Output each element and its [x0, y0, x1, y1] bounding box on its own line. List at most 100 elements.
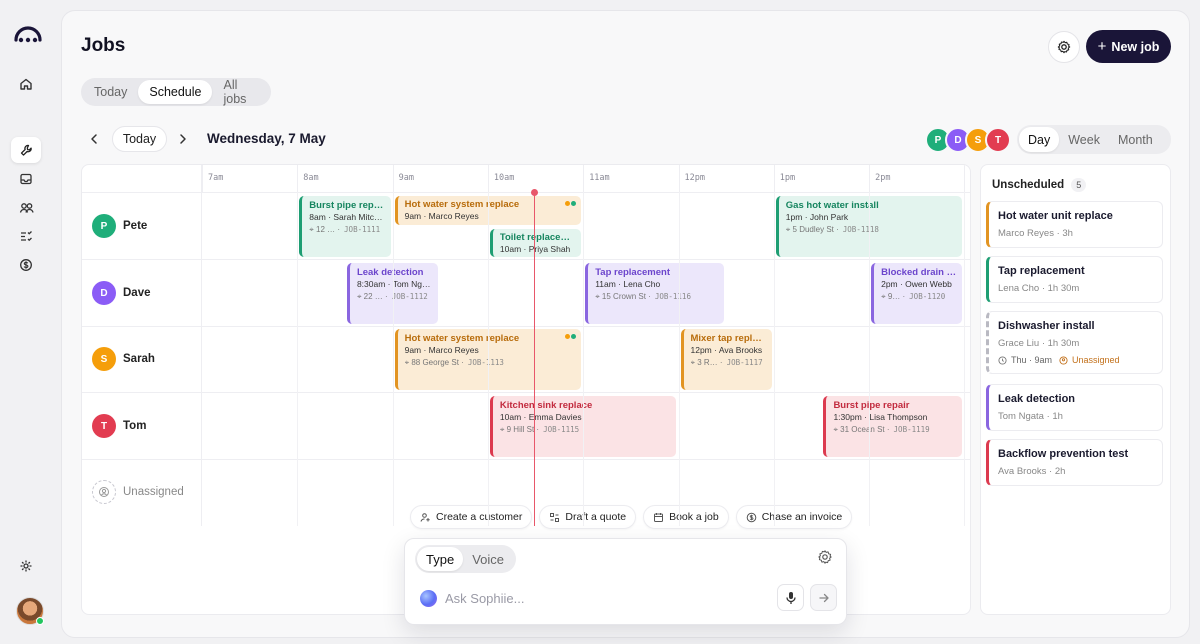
separator-dot: ·	[717, 358, 723, 367]
job-address: 3 R…	[697, 358, 718, 367]
tab-voice[interactable]: Voice	[463, 547, 513, 571]
card-schedule-info: Thu · 9am Unassigned	[998, 355, 1153, 365]
unscheduled-card[interactable]: Tap replacement Lena Cho · 1h 30m	[986, 256, 1163, 303]
tab-month[interactable]: Month	[1109, 127, 1162, 152]
microphone-button[interactable]	[777, 584, 804, 611]
job-location-row: ⌖ 5 Dudley St · JOB-1118	[786, 225, 957, 235]
jobs-wrench-icon[interactable]	[11, 137, 41, 163]
staff-name-label: Dave	[123, 287, 151, 299]
new-job-label: New job	[1111, 39, 1160, 54]
separator-dot: ·	[335, 225, 341, 234]
job-address: 88 George St	[411, 358, 459, 367]
location-pin-icon: ⌖	[881, 292, 888, 301]
job-time-customer: 9am · Marco Reyes	[404, 345, 479, 355]
settings-button[interactable]	[1048, 31, 1080, 63]
app-logo-icon[interactable]	[13, 24, 43, 46]
hour-gridline	[678, 192, 680, 526]
tab-schedule[interactable]: Schedule	[138, 80, 213, 104]
inbox-icon[interactable]	[11, 166, 41, 192]
unscheduled-card[interactable]: Backflow prevention test Ava Brooks · 2h	[986, 439, 1163, 486]
job-card[interactable]: Toilet replacem… 10am · Priya Shah	[489, 229, 582, 257]
tab-type[interactable]: Type	[417, 547, 464, 571]
job-time-customer: 12pm · Ava Brooks	[690, 345, 763, 355]
tab-week[interactable]: Week	[1059, 127, 1109, 152]
tasks-icon[interactable]	[11, 223, 41, 249]
job-location-row: ⌖ 9 Hill St · JOB-1115	[500, 425, 671, 435]
hour-gridline	[392, 192, 394, 526]
assistant-settings-icon[interactable]	[817, 549, 833, 565]
staff-avatar-tom[interactable]: T	[985, 127, 1011, 153]
job-card[interactable]: Tap replacement 11am · Lena Cho ⌖ 15 Crown…	[585, 263, 725, 324]
qa-label: Create a customer	[436, 511, 523, 523]
card-title: Tap replacement	[998, 265, 1085, 277]
job-time-customer: 8am · Sarah Mitchell	[309, 212, 385, 222]
assistant-orb-icon	[420, 590, 437, 607]
tab-day[interactable]: Day	[1019, 127, 1060, 152]
job-card[interactable]: Blocked drain cl… 2pm · Owen Webb ⌖ 9… · JO…	[871, 263, 963, 324]
hour-label-text: 12pm	[684, 173, 705, 183]
tab-all-jobs[interactable]: All jobs	[212, 78, 269, 106]
home-icon[interactable]	[11, 71, 41, 97]
chevron-left-icon[interactable]	[87, 132, 101, 146]
hour-gridline	[869, 192, 871, 526]
staff-dot	[571, 334, 577, 339]
new-job-button[interactable]: + New job	[1086, 30, 1171, 63]
today-button[interactable]: Today	[112, 126, 167, 152]
hour-label-text: 11am	[589, 173, 610, 183]
current-date: Wednesday, 7 May	[207, 131, 326, 146]
ai-settings-icon[interactable]	[11, 553, 41, 579]
staff-avatar: P	[92, 214, 116, 238]
unscheduled-card[interactable]: Leak detection Tom Ngata · 1h	[986, 384, 1163, 431]
card-subtitle: Grace Liu · 1h 30m	[998, 338, 1080, 349]
quick-actions: Create a customer Draft a quote Book a j…	[410, 505, 853, 529]
chevron-right-icon[interactable]	[176, 132, 190, 146]
job-address: 5 Dudley St	[792, 225, 834, 234]
staff-name: S Sarah	[92, 347, 155, 371]
card-subtitle: Lena Cho · 1h 30m	[998, 283, 1080, 294]
hour-label: 9am	[392, 165, 488, 192]
job-reference: JOB-1115	[543, 425, 580, 434]
staff-name-label: Unassigned	[123, 486, 184, 498]
view-tabs: Today Schedule All jobs	[81, 78, 271, 106]
job-reference: JOB-1116	[654, 292, 691, 301]
create-customer-button[interactable]: Create a customer	[410, 505, 533, 529]
row-dave[interactable]: D Dave	[82, 260, 970, 327]
job-title: Burst pipe repair	[309, 200, 385, 211]
unscheduled-card[interactable]: Dishwasher install Grace Liu · 1h 30m Th…	[986, 311, 1163, 374]
billing-dollar-icon[interactable]	[11, 252, 41, 278]
hour-label-text: 10am	[493, 173, 515, 183]
assigned-staff-dots	[565, 334, 577, 339]
gear-icon	[1057, 40, 1071, 54]
hour-label-text: 1pm	[779, 173, 796, 183]
job-reference: JOB-1120	[909, 292, 946, 301]
job-card[interactable]: Burst pipe repair 8am · Sarah Mitchell ⌖ 1…	[299, 196, 391, 257]
send-button[interactable]	[810, 584, 837, 611]
job-location-row: ⌖ 3 R… · JOB-1117	[691, 358, 766, 368]
tab-today[interactable]: Today	[83, 80, 138, 104]
hour-gridline	[583, 192, 585, 526]
customers-icon[interactable]	[11, 195, 41, 221]
job-title: Tap replacement	[595, 267, 670, 278]
microphone-icon	[785, 591, 796, 604]
draft-quote-button[interactable]: Draft a quote	[539, 505, 637, 529]
separator-dot: ·	[645, 292, 651, 301]
job-title: Hot water system replace	[404, 199, 520, 210]
job-card[interactable]: Burst pipe repair 1:30pm · Lisa Thompson ⌖…	[823, 396, 963, 457]
current-time-line	[534, 192, 535, 526]
job-title: Burst pipe repair	[833, 400, 910, 411]
job-title: Kitchen sink replace	[499, 400, 593, 411]
staff-name-label: Sarah	[123, 353, 155, 365]
unscheduled-card[interactable]: Hot water unit replace Marco Reyes · 3h	[986, 201, 1163, 248]
user-avatar[interactable]	[16, 597, 44, 625]
page-title: Jobs	[81, 35, 126, 56]
clock-icon	[998, 355, 1007, 365]
chase-invoice-button[interactable]: Chase an invoice	[735, 505, 853, 529]
staff-dot	[565, 201, 571, 206]
dollar-icon	[746, 512, 757, 522]
staff-name: T Tom	[92, 414, 146, 438]
assistant-input[interactable]	[445, 584, 765, 612]
book-job-button[interactable]: Book a job	[643, 505, 729, 529]
job-location-row: ⌖ 9… · JOB-1120	[881, 292, 956, 302]
hour-label: 3	[964, 165, 970, 192]
job-card[interactable]: Mixer tap replac… 12pm · Ava Brooks ⌖ 3 R……	[680, 329, 772, 390]
